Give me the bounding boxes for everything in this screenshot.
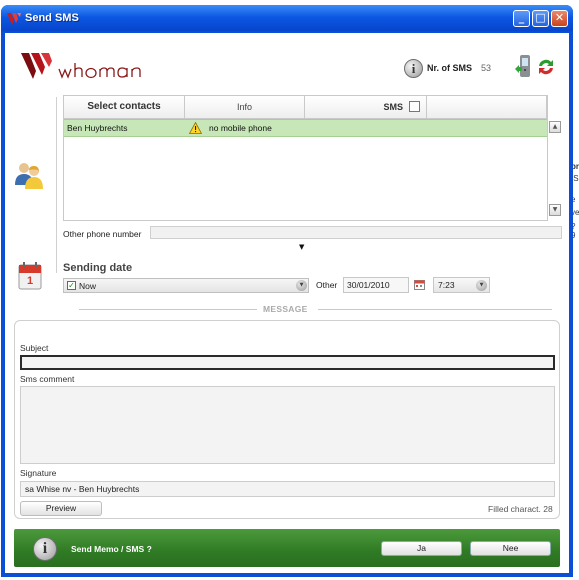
contact-name: Ben Huybrechts [67,123,128,133]
chevron-down-icon[interactable]: ▼ [296,280,307,291]
contacts-grid: Select contacts Info SMS Ben Huybrechts … [63,95,548,221]
grid-header: Select contacts Info SMS [64,96,547,119]
close-icon: ✕ [554,11,565,24]
info-icon: i [404,59,423,78]
calendar-icon: 1 [18,262,42,290]
app-icon [7,13,21,25]
subject-input[interactable] [20,355,555,370]
sending-date-label: Sending date [63,262,133,274]
yes-button[interactable]: Ja [381,541,462,556]
time-value: 7:23 [438,280,455,290]
now-checkbox[interactable]: ✓ [67,281,76,290]
no-button[interactable]: Nee [470,541,551,556]
warning-icon [189,122,202,134]
nr-of-sms-label: Nr. of SMS [427,63,473,73]
send-sms-window: Send SMS _ □ ✕ i Nr. of SMS 53 Select co… [1,5,573,577]
window-title: Send SMS [25,12,79,24]
signature-input[interactable]: sa Whise nv - Ben Huybrechts [20,481,555,497]
message-divider-left [79,309,257,310]
message-section-label: MESSAGE [263,304,308,314]
date-input[interactable]: 30/01/2010 [343,277,409,293]
sms-select-all-checkbox[interactable] [409,101,420,112]
svg-text:1: 1 [27,275,33,287]
other-date-label: Other [316,280,338,290]
date-picker-icon[interactable] [414,279,425,290]
maximize-button[interactable]: □ [532,10,549,27]
message-divider-right [318,309,552,310]
chevron-down-icon[interactable]: ▼ [476,280,487,291]
close-button[interactable]: ✕ [551,10,568,27]
sms-comment-textarea[interactable] [20,386,555,464]
scroll-down-button[interactable]: ▼ [549,204,561,216]
confirm-footer: i Send Memo / SMS ? Ja Nee [14,529,560,567]
subject-label: Subject [20,343,49,353]
table-row[interactable]: Ben Huybrechts no mobile phone [64,119,547,137]
other-phone-input[interactable] [150,226,562,239]
info-icon: i [33,537,57,561]
contacts-icon [15,163,43,189]
refresh-icon[interactable] [536,57,556,77]
contact-info: no mobile phone [209,123,272,133]
now-dropdown[interactable]: ✓ Now ▼ [63,278,309,293]
nr-of-sms-value: 53 [481,63,492,73]
signature-label: Signature [20,468,57,478]
column-header-info[interactable]: Info [185,96,305,118]
minimize-icon: _ [518,11,525,24]
send-phone-icon[interactable] [515,55,531,79]
scroll-up-button[interactable]: ▲ [549,121,561,133]
title-bar[interactable]: Send SMS _ □ ✕ [1,5,573,33]
other-phone-label: Other phone number [63,229,142,239]
filled-characters-count: Filled charact. 28 [488,504,553,514]
sms-comment-label: Sms comment [20,374,75,384]
time-dropdown[interactable]: 7:23 ▼ [433,277,490,293]
dialog-body: i Nr. of SMS 53 Select contacts Info SMS… [5,33,569,573]
expand-arrow-icon[interactable]: ▼ [299,243,304,251]
send-prompt: Send Memo / SMS ? [71,544,152,554]
whoman-logo-icon [21,53,141,79]
minimize-button[interactable]: _ [513,10,530,27]
column-header-select-contacts[interactable]: Select contacts [64,96,185,118]
section-divider [56,97,57,273]
now-label: Now [79,281,97,291]
maximize-icon: □ [535,11,546,24]
column-header-empty [427,96,547,118]
preview-button[interactable]: Preview [20,501,102,516]
